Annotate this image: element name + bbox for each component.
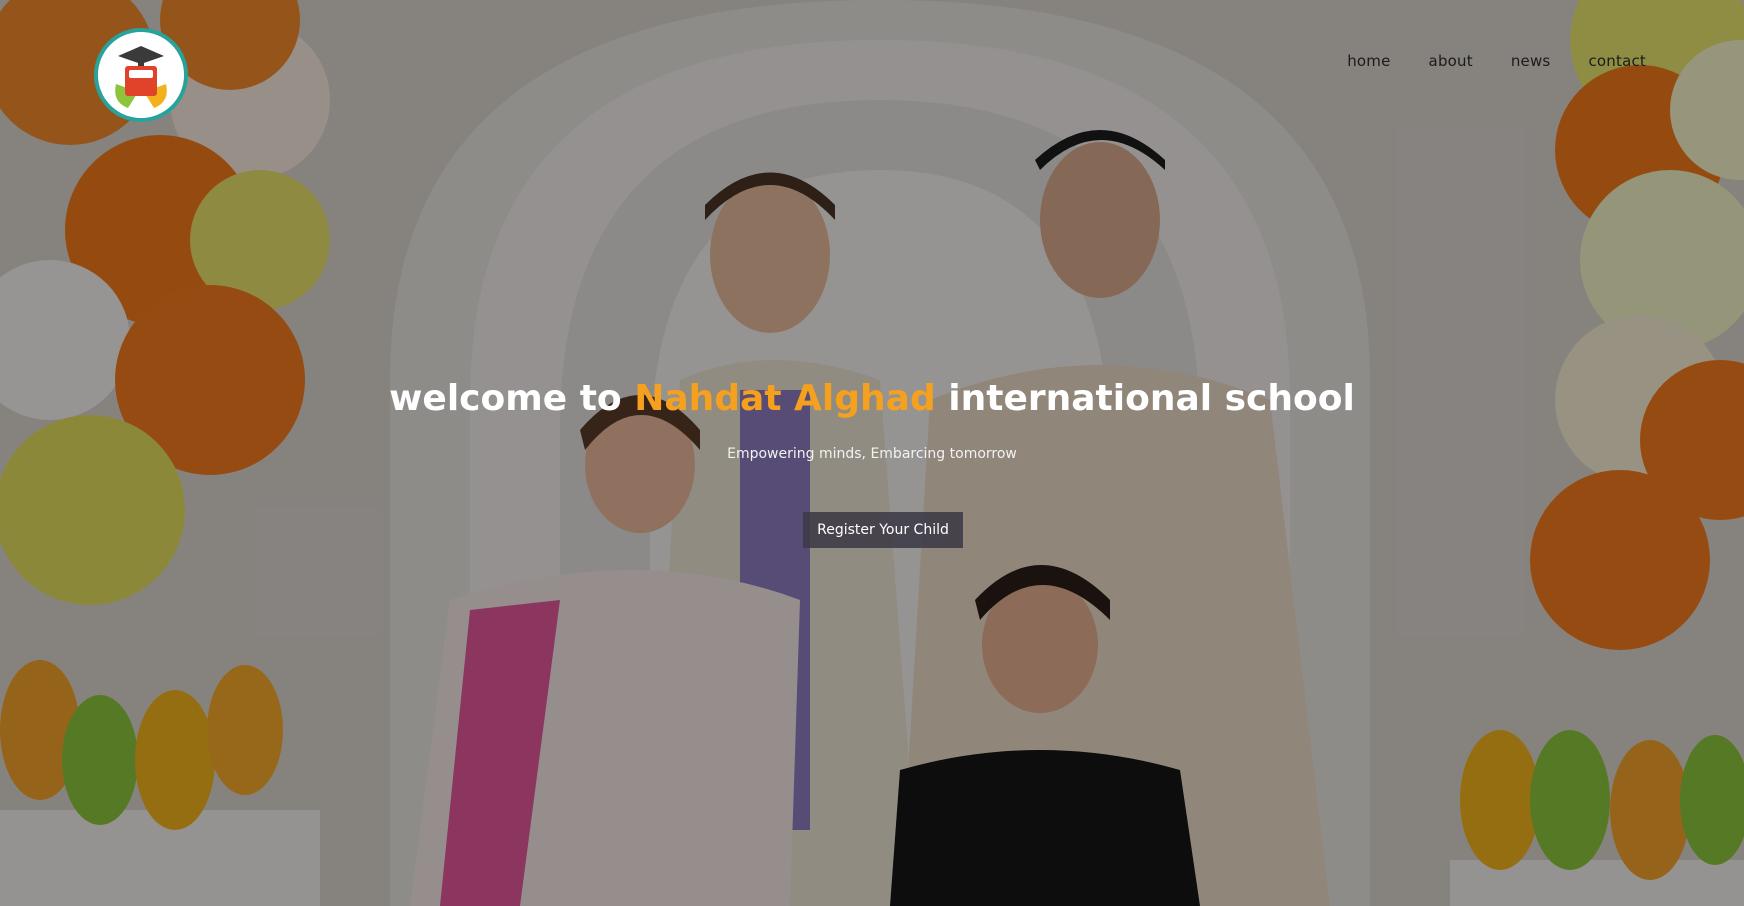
school-logo[interactable]: [94, 28, 188, 122]
nav-link-home[interactable]: home: [1347, 52, 1390, 70]
school-logo-icon: [98, 32, 184, 118]
register-child-button[interactable]: Register Your Child: [803, 512, 963, 548]
hero-headline: welcome to Nahdat Alghad international s…: [0, 378, 1744, 419]
main-nav: home about news contact: [1347, 52, 1646, 70]
headline-suffix: international school: [948, 378, 1355, 419]
nav-link-news[interactable]: news: [1511, 52, 1551, 70]
headline-prefix: welcome to: [389, 378, 622, 419]
nav-link-about[interactable]: about: [1429, 52, 1473, 70]
hero-section: home about news contact welcome to Nahda…: [0, 0, 1744, 906]
nav-link-contact[interactable]: contact: [1588, 52, 1646, 70]
headline-school-name: Nahdat Alghad: [634, 378, 936, 419]
hero-subtitle: Empowering minds, Embarcing tomorrow: [727, 446, 1017, 462]
